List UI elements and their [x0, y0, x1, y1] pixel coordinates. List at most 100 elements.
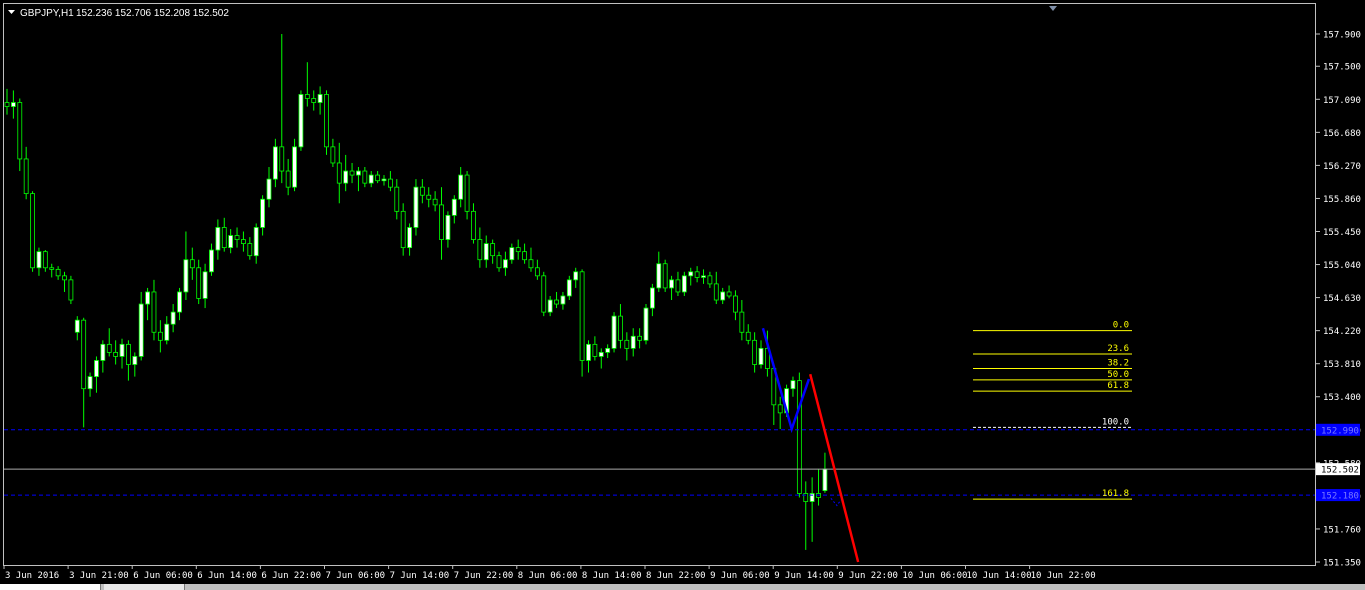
fib-level-label: 38.2 — [1107, 359, 1129, 369]
candle-body — [132, 356, 138, 365]
candle — [62, 271, 67, 292]
candle-body — [407, 227, 412, 249]
candle — [471, 203, 476, 244]
time-tick-label: 8 Jun 06:00 — [518, 571, 578, 581]
time-tick-label: 6 Jun 06:00 — [133, 571, 193, 581]
candle-body — [228, 235, 234, 249]
candle-body — [74, 319, 80, 333]
price-tick-label: 154.220 — [1323, 327, 1361, 337]
candle-body — [458, 174, 464, 200]
candle-body — [17, 102, 23, 160]
candle-body — [726, 291, 732, 297]
candle-body — [304, 94, 310, 99]
zigzag-line[interactable] — [761, 327, 811, 434]
candle — [55, 266, 61, 280]
chart-tab-2[interactable] — [104, 584, 185, 590]
candle-body — [534, 267, 540, 277]
candle — [362, 167, 368, 188]
price-tick-label: 156.270 — [1323, 162, 1361, 172]
candle — [796, 372, 802, 498]
trend-line[interactable] — [809, 373, 860, 563]
candle-body — [145, 291, 150, 305]
candle-body — [311, 98, 317, 103]
candle-body — [221, 227, 227, 249]
candle — [458, 167, 464, 208]
candle — [618, 304, 623, 349]
candle-body — [49, 267, 55, 270]
candle — [451, 195, 457, 224]
projection-mark — [830, 497, 842, 507]
bottom-tab-bar — [0, 584, 1365, 590]
candle-body — [739, 311, 745, 333]
candle — [669, 275, 674, 301]
candle — [790, 376, 796, 397]
candle — [304, 62, 310, 107]
candle-body — [777, 404, 783, 414]
candle — [132, 352, 138, 377]
candle-body — [177, 291, 182, 313]
candle-body — [445, 214, 451, 240]
candle-body — [62, 275, 67, 281]
dropdown-triangle-icon[interactable] — [8, 10, 15, 14]
candle — [68, 275, 74, 305]
candle-body — [707, 275, 713, 285]
candle-body — [758, 347, 764, 365]
candle — [694, 266, 700, 283]
candle-body — [490, 243, 496, 257]
candle-body — [413, 186, 419, 228]
price-chart[interactable]: 0.023.638.250.061.8100.0161.8 157.900157… — [0, 0, 1365, 590]
candle-body — [394, 186, 400, 212]
candle — [381, 175, 387, 186]
candle — [534, 259, 540, 280]
fib-level-label: 50.0 — [1107, 370, 1129, 380]
candle — [113, 340, 119, 365]
candle — [209, 243, 214, 276]
candle — [215, 219, 221, 260]
candle — [662, 259, 668, 292]
candle-body — [643, 307, 649, 341]
candle — [298, 90, 304, 151]
candle — [330, 138, 336, 168]
candle-body — [752, 339, 758, 365]
time-tick-label: 3 Jun 2016 — [5, 571, 59, 581]
candle-body — [419, 186, 425, 196]
candle-body — [681, 275, 687, 293]
candle-body — [298, 94, 304, 148]
candle — [752, 332, 758, 373]
candle — [285, 158, 291, 196]
chart-tab[interactable] — [0, 584, 101, 590]
candle-body — [87, 376, 93, 390]
candle-body — [113, 352, 119, 357]
candle — [624, 332, 630, 361]
candle-body — [260, 198, 266, 228]
time-tick-label: 9 Jun 14:00 — [774, 571, 834, 581]
candle — [681, 271, 687, 296]
candle — [375, 171, 381, 184]
candle-body — [528, 259, 534, 269]
candle — [4, 88, 10, 115]
candle — [803, 481, 809, 550]
candle-body — [279, 146, 285, 172]
candle-body — [336, 162, 342, 184]
candle-body — [157, 331, 163, 341]
current-price-box-label: 152.502 — [1321, 466, 1359, 476]
candle-body — [23, 158, 29, 195]
candle — [733, 290, 738, 321]
price-box-low-label: 152.180 — [1321, 492, 1359, 502]
candle — [643, 304, 649, 345]
chart-shift-icon[interactable] — [1049, 6, 1057, 11]
price-box-high-label: 152.990 — [1321, 426, 1359, 436]
candle-body — [554, 299, 559, 305]
candle-body — [790, 380, 796, 390]
candle — [138, 291, 144, 361]
candle-body — [560, 295, 566, 305]
fib-level-label: 61.8 — [1107, 381, 1129, 391]
candle-body — [694, 271, 700, 278]
candle-body — [515, 247, 521, 253]
candle — [368, 171, 374, 188]
candle-body — [611, 315, 617, 349]
time-tick-label: 10 Jun 14:00 — [967, 571, 1032, 581]
candle — [809, 477, 815, 542]
candle — [202, 263, 208, 309]
candle-body — [209, 249, 214, 273]
